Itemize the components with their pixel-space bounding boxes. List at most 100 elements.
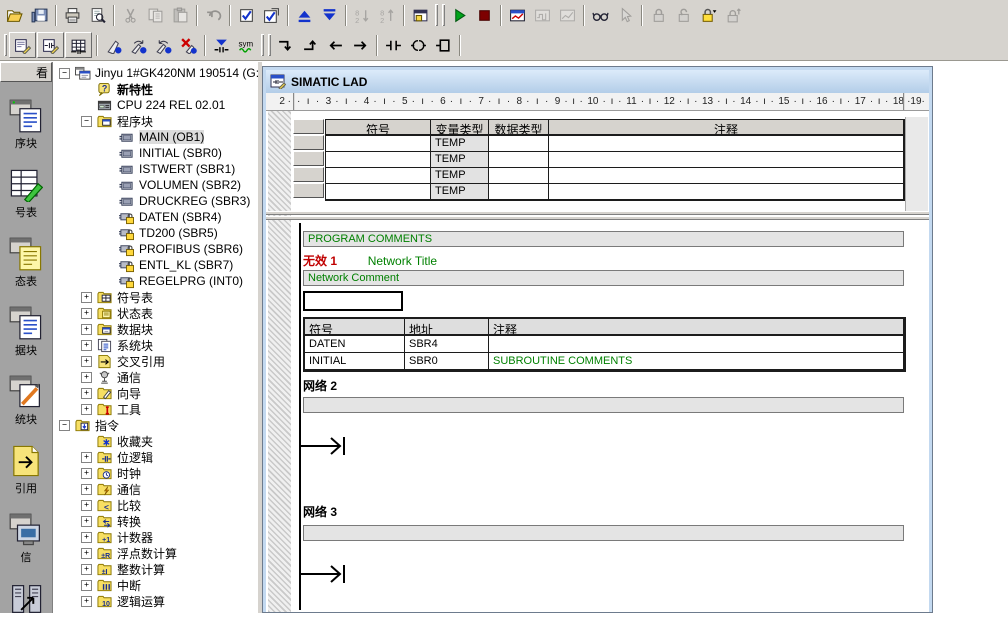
tree-row[interactable]: +时钟	[53, 465, 258, 481]
network-2-label[interactable]: 网络 2	[303, 377, 337, 394]
pane-splitter[interactable]	[266, 211, 929, 215]
tree-row[interactable]: 收藏夹	[53, 433, 258, 449]
address-toggle-button[interactable]	[209, 33, 234, 57]
view-table-button[interactable]	[65, 32, 92, 58]
tree-expander-expand[interactable]: +	[81, 548, 92, 559]
sidebar-item-view-symbol-table[interactable]: 号表	[0, 168, 52, 220]
trend-status-button[interactable]	[555, 3, 580, 27]
view-symbols-button[interactable]	[37, 32, 64, 58]
line-down-button[interactable]	[273, 33, 298, 57]
tree-expander-expand[interactable]: +	[81, 452, 92, 463]
var-type-cell[interactable]: TEMP	[431, 136, 489, 152]
tree-expander-expand[interactable]: +	[81, 580, 92, 591]
tree-expander-expand[interactable]: +	[81, 340, 92, 351]
lock-button-4[interactable]	[721, 3, 746, 27]
tree-expander-expand[interactable]: +	[81, 372, 92, 383]
tree-row[interactable]: ISTWERT (SBR1)	[53, 161, 258, 177]
tree-expander-expand[interactable]: +	[81, 308, 92, 319]
tree-row[interactable]: +中断	[53, 577, 258, 593]
insert-branch-up-button[interactable]	[126, 33, 151, 57]
sidebar-item-view-status-chart[interactable]: 态表	[0, 237, 52, 289]
copy-button[interactable]	[143, 3, 168, 27]
network-1-header[interactable]: 无效 1 Network Title	[303, 252, 437, 267]
tree-row[interactable]: +工具	[53, 401, 258, 417]
view-bar-header[interactable]: 看	[0, 62, 52, 82]
program-status-button[interactable]	[505, 3, 530, 27]
lock-button-1[interactable]	[646, 3, 671, 27]
line-right-button[interactable]	[348, 33, 373, 57]
sidebar-item-view-communications[interactable]: 信	[0, 513, 52, 565]
tree-row[interactable]: PROFIBUS (SBR6)	[53, 241, 258, 257]
sidebar-item-view-system-block[interactable]: 统块	[0, 375, 52, 427]
compile-button[interactable]	[234, 3, 259, 27]
address-cell[interactable]: SBR4	[405, 336, 489, 353]
row-header[interactable]	[293, 151, 324, 166]
symbolic-addressing-button[interactable]: sym	[234, 33, 259, 57]
tree-row[interactable]: +转换	[53, 513, 258, 529]
var-symbol-cell[interactable]	[326, 152, 431, 168]
tree-row[interactable]: ENTL_KL (SBR7)	[53, 257, 258, 273]
compile-all-button[interactable]	[259, 3, 284, 27]
var-comment-cell[interactable]	[549, 168, 904, 184]
row-header[interactable]	[293, 167, 324, 182]
row-header[interactable]	[293, 183, 324, 198]
sidebar-item-view-pg-pc-interface[interactable]: /PC 接口	[0, 582, 52, 613]
lock-button-2[interactable]	[671, 3, 696, 27]
tree-expander-collapse[interactable]: −	[59, 420, 70, 431]
glasses-button[interactable]	[588, 3, 613, 27]
open-button[interactable]	[2, 3, 27, 27]
sidebar-item-view-program-block[interactable]: 序块	[0, 99, 52, 151]
tree-row[interactable]: −程序块	[53, 113, 258, 129]
insert-branch-down-button[interactable]	[151, 33, 176, 57]
pointer-button[interactable]	[613, 3, 638, 27]
symbol-cell[interactable]: INITIAL	[305, 353, 405, 370]
upload-button[interactable]	[292, 3, 317, 27]
tree-expander-expand[interactable]: +	[81, 468, 92, 479]
network-3-label[interactable]: 网络 3	[303, 503, 337, 520]
tree-row[interactable]: +通信	[53, 369, 258, 385]
pause-status-button[interactable]	[530, 3, 555, 27]
tree-row[interactable]: +±I整数计算	[53, 561, 258, 577]
tree-expander-collapse[interactable]: −	[59, 68, 70, 79]
edit-cursor-cell[interactable]	[303, 291, 403, 311]
variable-table-scrollbar[interactable]	[905, 117, 928, 213]
var-symbol-cell[interactable]	[326, 136, 431, 152]
tree-expander-expand[interactable]: +	[81, 596, 92, 607]
var-comment-cell[interactable]	[549, 184, 904, 200]
line-up-button[interactable]	[298, 33, 323, 57]
tree-row[interactable]: REGELPRG (INT0)	[53, 273, 258, 289]
box-button[interactable]	[431, 33, 456, 57]
sort-ascending-button[interactable]: 82	[350, 3, 375, 27]
line-left-button[interactable]	[323, 33, 348, 57]
row-header[interactable]	[293, 135, 324, 150]
tree-row[interactable]: TD200 (SBR5)	[53, 225, 258, 241]
var-comment-cell[interactable]	[549, 152, 904, 168]
var-datatype-cell[interactable]	[489, 152, 549, 168]
tree-row[interactable]: MAIN (OB1)	[53, 129, 258, 145]
var-datatype-cell[interactable]	[489, 184, 549, 200]
tree-row[interactable]: +通信	[53, 481, 258, 497]
pane-splitter[interactable]	[266, 216, 929, 220]
tree-expander-collapse[interactable]: −	[81, 116, 92, 127]
network-2-open-branch-arrow[interactable]	[298, 435, 354, 457]
print-button[interactable]	[60, 3, 85, 27]
options-button[interactable]	[408, 3, 433, 27]
tree-row[interactable]: +系统块	[53, 337, 258, 353]
tree-expander-expand[interactable]: +	[81, 356, 92, 367]
sidebar-item-view-cross-reference[interactable]: 引用	[0, 444, 52, 496]
var-datatype-cell[interactable]	[489, 136, 549, 152]
password-lock-button[interactable]	[696, 3, 721, 27]
tree-row[interactable]: +数据块	[53, 321, 258, 337]
download-button[interactable]	[317, 3, 342, 27]
var-datatype-cell[interactable]	[489, 168, 549, 184]
tree-row[interactable]: +±R浮点数计算	[53, 545, 258, 561]
tree-row[interactable]: −指令	[53, 417, 258, 433]
tree-row[interactable]: DATEN (SBR4)	[53, 209, 258, 225]
network-3-open-branch-arrow[interactable]	[298, 563, 354, 585]
network-2-comment-bar[interactable]	[303, 397, 904, 413]
stop-button[interactable]	[472, 3, 497, 27]
save-button[interactable]	[27, 3, 52, 27]
var-type-cell[interactable]: TEMP	[431, 184, 489, 200]
tree-expander-expand[interactable]: +	[81, 404, 92, 415]
delete-branch-button[interactable]	[176, 33, 201, 57]
